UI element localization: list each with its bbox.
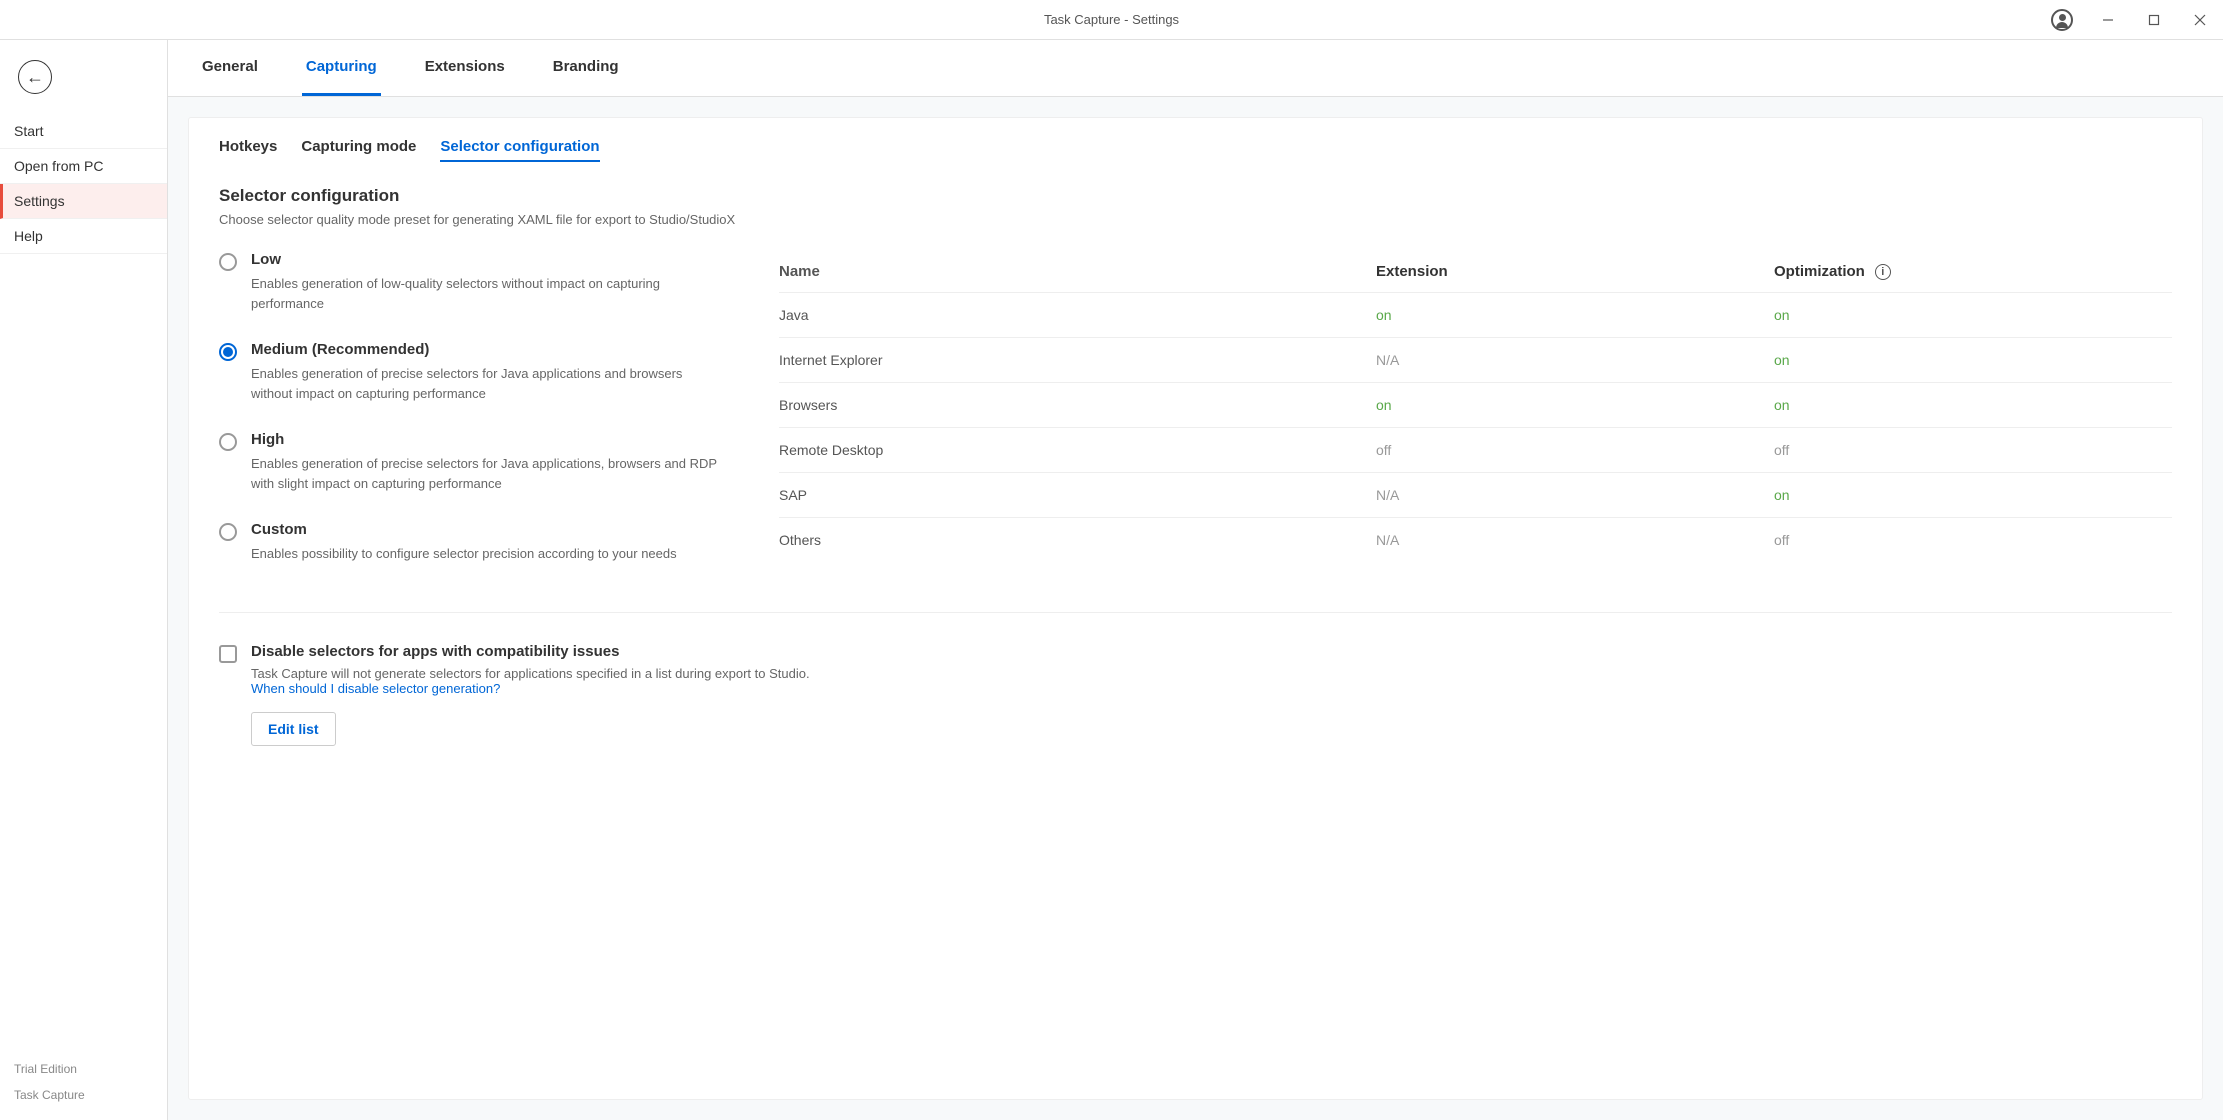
- main-tabs: General Capturing Extensions Branding: [168, 40, 2223, 97]
- cell-name: SAP: [779, 487, 1376, 503]
- table-row: OthersN/Aoff: [779, 517, 2172, 562]
- sidebar-footer: Trial Edition Task Capture: [0, 1046, 167, 1120]
- tab-capturing[interactable]: Capturing: [302, 40, 381, 96]
- table-header: Name Extension Optimization i: [779, 251, 2172, 292]
- radio-option-low[interactable]: Low Enables generation of low-quality sel…: [219, 251, 719, 313]
- tab-branding[interactable]: Branding: [549, 40, 623, 96]
- table-row: Internet ExplorerN/Aon: [779, 337, 2172, 382]
- table-row: Remote Desktopoffoff: [779, 427, 2172, 472]
- radio-label: High: [251, 431, 719, 448]
- cell-extension: off: [1376, 442, 1774, 458]
- subtab-selector-configuration[interactable]: Selector configuration: [440, 138, 599, 162]
- disable-selectors-checkbox[interactable]: [219, 645, 237, 663]
- maximize-icon: [2148, 14, 2160, 26]
- radio-option-high[interactable]: High Enables generation of precise select…: [219, 431, 719, 493]
- cell-extension: N/A: [1376, 352, 1774, 368]
- main-content: General Capturing Extensions Branding Hotke…: [168, 40, 2223, 1120]
- section-title: Selector configuration: [219, 186, 2172, 206]
- disable-selectors-section: Disable selectors for apps with compatib…: [219, 643, 2172, 746]
- cell-extension: on: [1376, 307, 1774, 323]
- sidebar-item-help[interactable]: Help: [0, 219, 167, 254]
- account-icon: [2051, 9, 2073, 31]
- cell-name: Others: [779, 532, 1376, 548]
- table-row: Browsersonon: [779, 382, 2172, 427]
- section-description: Choose selector quality mode preset for …: [219, 212, 2172, 227]
- radio-description: Enables possibility to configure selecto…: [251, 544, 719, 564]
- cell-extension: on: [1376, 397, 1774, 413]
- table-row: SAPN/Aon: [779, 472, 2172, 517]
- cell-extension: N/A: [1376, 532, 1774, 548]
- minimize-button[interactable]: [2085, 0, 2131, 40]
- cell-extension: N/A: [1376, 487, 1774, 503]
- tab-extensions[interactable]: Extensions: [421, 40, 509, 96]
- radio-button[interactable]: [219, 433, 237, 451]
- cell-name: Browsers: [779, 397, 1376, 413]
- radio-option-medium[interactable]: Medium (Recommended) Enables generation o…: [219, 341, 719, 403]
- radio-button[interactable]: [219, 253, 237, 271]
- minimize-icon: [2102, 14, 2114, 26]
- sidebar: ← StartOpen from PCSettingsHelp Trial Ed…: [0, 40, 168, 1120]
- sidebar-item-start[interactable]: Start: [0, 114, 167, 149]
- back-button[interactable]: ←: [18, 60, 52, 94]
- cell-name: Internet Explorer: [779, 352, 1376, 368]
- cell-optimization: off: [1774, 532, 2172, 548]
- maximize-button[interactable]: [2131, 0, 2177, 40]
- divider: [219, 612, 2172, 613]
- close-icon: [2194, 14, 2206, 26]
- cell-optimization: on: [1774, 307, 2172, 323]
- edition-label: Trial Edition: [14, 1056, 153, 1082]
- sub-tabs: Hotkeys Capturing mode Selector configurat…: [219, 138, 2172, 162]
- settings-panel: Hotkeys Capturing mode Selector configurat…: [188, 117, 2203, 1100]
- radio-label: Custom: [251, 521, 719, 538]
- disable-selectors-help-link[interactable]: When should I disable selector generatio…: [251, 681, 500, 696]
- cell-optimization: on: [1774, 397, 2172, 413]
- product-label: Task Capture: [14, 1082, 153, 1108]
- extension-table: Name Extension Optimization i JavaononIn…: [779, 251, 2172, 592]
- header-extension: Extension: [1376, 263, 1774, 280]
- sidebar-item-open-from-pc[interactable]: Open from PC: [0, 149, 167, 184]
- close-button[interactable]: [2177, 0, 2223, 40]
- radio-description: Enables generation of precise selectors …: [251, 454, 719, 493]
- radio-description: Enables generation of precise selectors …: [251, 364, 719, 403]
- disable-selectors-desc: Task Capture will not generate selectors…: [251, 666, 810, 696]
- cell-optimization: on: [1774, 487, 2172, 503]
- tab-general[interactable]: General: [198, 40, 262, 96]
- header-name: Name: [779, 263, 1376, 280]
- cell-name: Java: [779, 307, 1376, 323]
- edit-list-button[interactable]: Edit list: [251, 712, 336, 746]
- cell-optimization: on: [1774, 352, 2172, 368]
- back-arrow-icon: ←: [26, 67, 44, 88]
- window-title: Task Capture - Settings: [1044, 12, 1179, 27]
- cell-optimization: off: [1774, 442, 2172, 458]
- titlebar: Task Capture - Settings: [0, 0, 2223, 40]
- subtab-hotkeys[interactable]: Hotkeys: [219, 138, 277, 162]
- account-button[interactable]: [2039, 0, 2085, 40]
- radio-description: Enables generation of low-quality select…: [251, 274, 719, 313]
- quality-options: Low Enables generation of low-quality sel…: [219, 251, 719, 592]
- sidebar-item-settings[interactable]: Settings: [0, 184, 167, 219]
- header-optimization: Optimization i: [1774, 263, 2172, 280]
- table-row: Javaonon: [779, 292, 2172, 337]
- radio-label: Low: [251, 251, 719, 268]
- disable-selectors-label: Disable selectors for apps with compatib…: [251, 643, 810, 660]
- radio-label: Medium (Recommended): [251, 341, 719, 358]
- subtab-capturing-mode[interactable]: Capturing mode: [301, 138, 416, 162]
- radio-button[interactable]: [219, 523, 237, 541]
- radio-button[interactable]: [219, 343, 237, 361]
- radio-option-custom[interactable]: Custom Enables possibility to configure s…: [219, 521, 719, 564]
- cell-name: Remote Desktop: [779, 442, 1376, 458]
- info-icon[interactable]: i: [1875, 264, 1891, 280]
